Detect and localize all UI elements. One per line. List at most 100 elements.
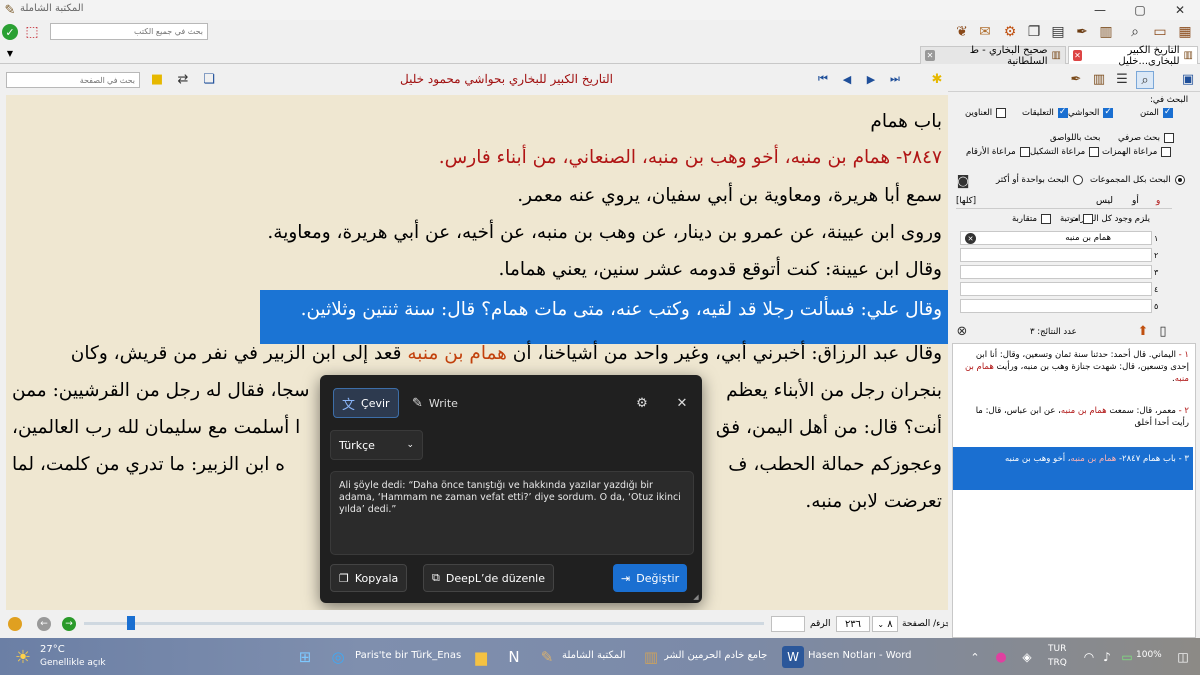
search-tab-icon[interactable]: ⌕ [1136,71,1154,89]
checkbox[interactable] [1089,147,1100,157]
weather-icon[interactable]: ☀ [12,646,34,668]
resize-grip-icon[interactable]: ◢ [692,593,700,601]
shamela-app[interactable]: المكتبة الشاملة [562,650,626,661]
last-page-icon[interactable]: ⏭ [888,72,902,86]
translate-tab[interactable]: 文 Çevir [333,388,399,418]
quill-icon[interactable]: ✒ [1072,22,1092,42]
global-search-input[interactable] [50,23,208,40]
search-term-input[interactable] [960,282,1152,296]
notification-icon[interactable]: ◫ [1172,646,1194,668]
option-tashkeel[interactable]: مراعاة التشكيل [1030,147,1100,157]
group-tab-not[interactable]: ليس [1096,196,1113,206]
result-item[interactable]: ١ - اليماني. قال أحمد: حدثنا سنة ثمان وت… [953,347,1193,395]
option-titles[interactable]: العناوين [965,108,1007,118]
option-comments[interactable]: التعليقات [1022,107,1068,118]
page-field[interactable]: ٢٣٦ [836,616,870,632]
settings-icon[interactable]: ⚙ [634,395,650,411]
group-tab-all[interactable]: [كلها] [956,196,976,206]
windows-icon[interactable]: ❐ [1024,22,1044,42]
news-item[interactable]: Paris'te bir Türk_Enas [355,650,461,661]
option-ordered[interactable]: مرتبة [1060,214,1093,224]
copy-button[interactable]: ❐ Kopyala [330,564,408,592]
page-slider-track[interactable] [84,622,764,625]
search-term-input[interactable] [960,265,1152,279]
search-term-input[interactable]: ✕ همام بن منبه [960,231,1152,245]
layout-code[interactable]: TRQ [1048,658,1067,668]
page-icon[interactable]: ▯ [1156,324,1170,338]
word-app[interactable]: Hasen Notları - Word [808,650,912,661]
maximize-button[interactable]: ▢ [1120,0,1160,20]
search-term-input[interactable] [960,299,1152,313]
deepl-edit-button[interactable]: ⧉ DeepL’de düzenle [423,564,555,592]
checkbox[interactable] [1161,147,1172,157]
note-icon[interactable]: ■ [150,72,164,86]
radio-selected[interactable] [1174,175,1185,185]
checkbox[interactable] [1082,214,1093,224]
gear-icon[interactable]: ⚙ [1000,22,1020,42]
shuffle-icon[interactable]: ⇄ [176,72,190,86]
edit-notes-icon[interactable]: ✉ [975,22,995,42]
quill-icon[interactable]: ✒ [1068,71,1084,87]
language-select[interactable]: Türkçe ⌄ [330,430,423,460]
option-hamza[interactable]: مراعاة الهمزات [1102,147,1172,157]
option-footnotes[interactable]: الحواشي [1068,107,1114,118]
volume-icon[interactable]: ♪ [1096,646,1118,668]
part-select[interactable]: ⌄ ٨ [872,616,898,632]
next-page-icon[interactable]: ▶ [864,72,878,86]
search-book-icon[interactable]: ⌕ [1125,22,1145,42]
tab-sahih-bukhari[interactable]: ▥ صحيح البخاري - ط السلطانية ✕ [920,45,1066,67]
library-icon[interactable]: ▦ [1175,22,1195,42]
word-icon[interactable]: W [782,646,804,668]
number-field[interactable] [771,616,805,632]
page-slider-thumb[interactable] [127,616,135,630]
replace-button[interactable]: ⇥ Değiştir [613,564,688,592]
lang-code[interactable]: TUR [1048,644,1066,654]
translation-text[interactable]: Ali şöyle dedi: “Daha önce tanıştığı ve … [330,471,694,555]
list-icon[interactable]: ☰ [1114,71,1130,87]
selected-text-highlight[interactable]: وقال علي: فسألت رجلا قد لقيه، وكتب عنه، … [260,290,948,344]
forward-icon[interactable]: → [62,617,76,631]
option-text[interactable]: المتن [1140,107,1173,118]
close-icon[interactable]: ✕ [674,395,690,411]
open-book-icon[interactable]: ▭ [1150,22,1170,42]
search-term-input[interactable] [960,248,1152,262]
tray-app-icon[interactable]: ● [990,646,1012,668]
group-tab-or[interactable]: أو [1132,196,1139,206]
tray-icon[interactable]: ◈ [1016,646,1038,668]
close-tab-icon[interactable]: ✕ [1073,50,1082,61]
radio[interactable] [1072,175,1083,185]
chat-bubble-icon[interactable] [8,617,22,631]
shamela-icon[interactable]: ✎ [536,646,558,668]
copy-page-icon[interactable]: ❏ [202,72,216,86]
panel-view-icon[interactable]: ▣ [1180,71,1196,87]
folder-icon[interactable]: ▆ [470,646,492,668]
option-morph[interactable]: بحث صرفي [1118,133,1174,143]
checkbox-checked[interactable] [1057,107,1068,118]
checkbox-checked[interactable] [1162,107,1173,118]
checkbox[interactable] [1019,147,1030,157]
confirm-icon[interactable]: ✓ [2,24,18,40]
binoculars-icon[interactable]: ⊗ [954,324,970,338]
group-tab-and[interactable]: و [1156,196,1160,206]
battery-icon[interactable]: ▭ [1116,646,1138,668]
option-numbers[interactable]: مراعاة الأرقام [966,147,1030,157]
chevron-up-icon[interactable]: ⌃ [964,646,986,668]
tab-tarikh-kabir[interactable]: ▥ التاريخ الكبير للبخاري...خليل ✕ [1068,45,1198,67]
checkbox[interactable] [1041,214,1052,224]
close-window-button[interactable]: ✕ [1160,0,1200,20]
option-adjacent[interactable]: متقاربة [1012,214,1052,224]
option-one-or-more[interactable]: البحث بواحدة أو أكثر [996,175,1083,185]
export-icon[interactable]: ⬆ [1136,324,1150,338]
jami-icon[interactable]: ▥ [640,646,662,668]
leaf-icon[interactable]: ❦ [952,22,972,42]
result-item[interactable]: ٢ - معمر، قال: سمعت همام بن منبه، عن ابن… [953,403,1193,437]
checkbox[interactable] [996,108,1007,118]
checkbox-checked[interactable] [1103,107,1114,118]
close-tab-icon[interactable]: ✕ [925,50,935,61]
edge-icon[interactable]: ◎ [327,646,349,668]
jami-app[interactable]: جامع خادم الحرمين الشر [664,650,774,661]
books-icon[interactable]: ▥ [1096,22,1116,42]
camera-icon[interactable]: ◙ [956,174,970,188]
first-page-icon[interactable]: ⏮ [816,72,830,86]
back-icon[interactable]: ← [37,617,51,631]
